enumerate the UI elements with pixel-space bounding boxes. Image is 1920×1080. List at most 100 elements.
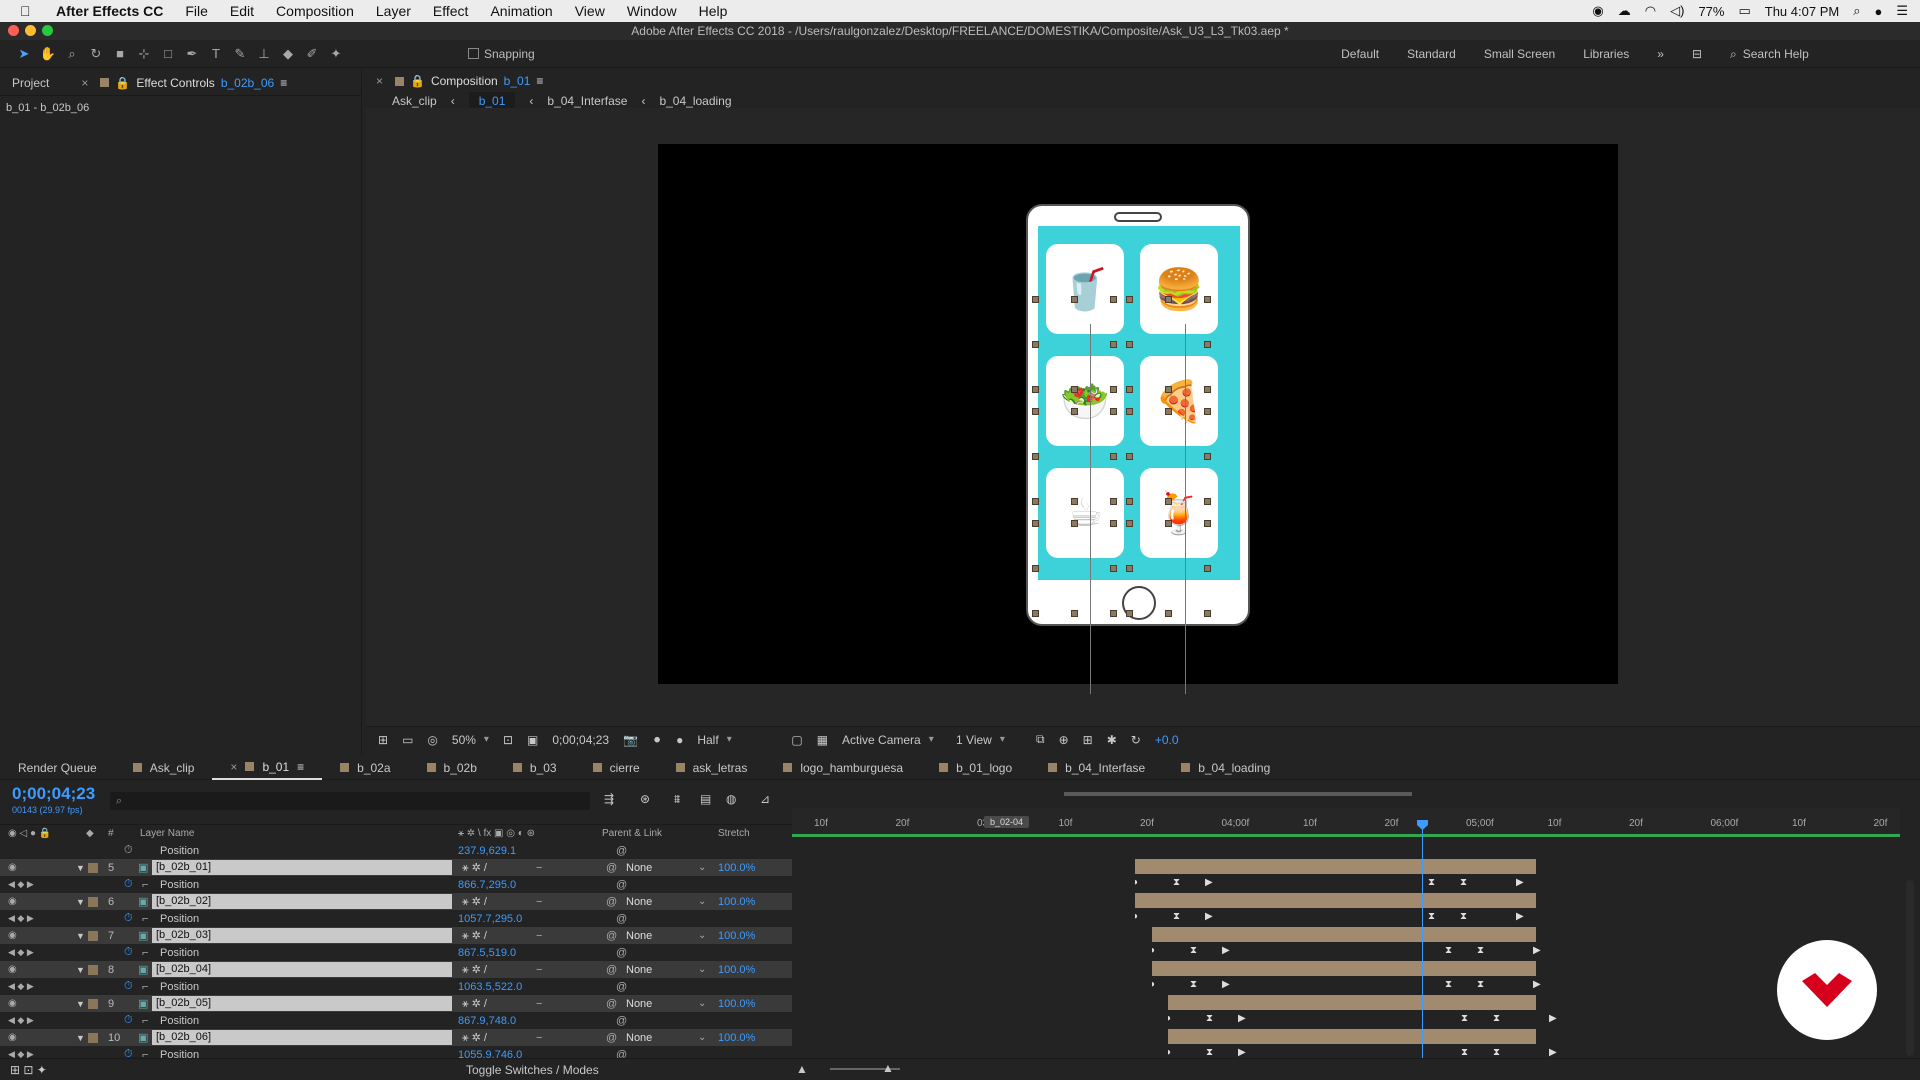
rotate-tool-icon[interactable]: ↻ bbox=[84, 43, 108, 65]
keyframe-icon[interactable]: ⧗ bbox=[1477, 946, 1484, 956]
zoom-window-button[interactable] bbox=[42, 25, 53, 36]
keyframe-icon[interactable]: ◗ bbox=[1133, 878, 1139, 888]
close-window-button[interactable] bbox=[8, 25, 19, 36]
transparency-grid-icon[interactable]: ▦ bbox=[817, 733, 828, 747]
transform-handle[interactable] bbox=[1165, 520, 1172, 527]
transform-handle[interactable] bbox=[1110, 610, 1117, 617]
camera-tool-icon[interactable]: ■ bbox=[108, 43, 132, 65]
keyframe-icon[interactable]: ⧗ bbox=[1173, 912, 1180, 922]
layer-row[interactable]: ◉ ▼ 6 ▣ [b_02b_02] ⚹ ✲ / − @ None ⌄ 100.0% bbox=[0, 893, 792, 910]
snapping-checkbox[interactable] bbox=[468, 48, 479, 59]
transform-handle[interactable] bbox=[1165, 498, 1172, 505]
zoom-out-icon[interactable]: ▲ bbox=[796, 1062, 808, 1076]
chevron-down-icon[interactable]: ⌄ bbox=[698, 862, 706, 873]
col-parent[interactable]: Parent & Link bbox=[602, 828, 662, 839]
keyframe-icon[interactable]: ⧗ bbox=[1206, 1048, 1213, 1058]
brush-tool-icon[interactable]: ✎ bbox=[228, 43, 252, 65]
snapping-toggle[interactable]: Snapping bbox=[468, 47, 535, 61]
close-tab-icon[interactable]: × bbox=[230, 760, 237, 774]
pizza-icon[interactable]: 🍕 bbox=[1140, 356, 1218, 446]
channel-icon[interactable]: ● bbox=[676, 733, 683, 747]
workspace-default[interactable]: Default bbox=[1341, 47, 1379, 61]
keyframe-icon[interactable]: ▶ bbox=[1549, 1014, 1557, 1024]
close-tab-icon[interactable]: × bbox=[81, 76, 88, 90]
label-color-swatch[interactable] bbox=[88, 896, 98, 907]
app-menu[interactable]: After Effects CC bbox=[56, 3, 163, 19]
transform-handle[interactable] bbox=[1204, 453, 1211, 460]
transform-handle[interactable] bbox=[1032, 498, 1039, 505]
layer-name[interactable]: [b_02b_01] bbox=[152, 860, 452, 875]
mask-icon[interactable]: ◎ bbox=[427, 733, 437, 747]
region-icon[interactable]: ▣ bbox=[527, 733, 538, 747]
transform-handle[interactable] bbox=[1126, 386, 1133, 393]
transform-handle[interactable] bbox=[1071, 408, 1078, 415]
transform-handle[interactable] bbox=[1204, 386, 1211, 393]
transform-handle[interactable] bbox=[1126, 498, 1133, 505]
transform-handle[interactable] bbox=[1110, 296, 1117, 303]
pickwhip-icon[interactable]: @ bbox=[606, 862, 617, 874]
parent-dropdown[interactable]: None bbox=[626, 929, 706, 943]
timeline-tab-ask-letras[interactable]: ask_letras bbox=[658, 756, 766, 780]
keyframe-icon[interactable]: ▶ bbox=[1205, 878, 1213, 888]
frame-blend-icon[interactable]: ▤ bbox=[700, 792, 711, 806]
stopwatch-icon[interactable]: ⏱ bbox=[124, 980, 133, 993]
keyframe-icon[interactable]: ⧗ bbox=[1477, 980, 1484, 990]
menu-edit[interactable]: Edit bbox=[230, 3, 254, 19]
pickwhip-icon[interactable]: @ bbox=[606, 998, 617, 1010]
mode-dash[interactable]: − bbox=[536, 964, 542, 976]
show-snapshot-icon[interactable]: ⚫ bbox=[652, 733, 662, 747]
layer-switch-icons[interactable]: ⚹ ✲ / bbox=[462, 861, 487, 875]
layer-switch-icons[interactable]: ⚹ ✲ / bbox=[462, 963, 487, 977]
keyframe-nav-icon[interactable]: ◀ ◆ ▶ bbox=[8, 879, 34, 890]
keyframe-icon[interactable]: ⧗ bbox=[1493, 1014, 1500, 1024]
timeline-search-input[interactable]: ⌕ bbox=[110, 792, 590, 810]
col-layer-name[interactable]: Layer Name bbox=[140, 828, 194, 839]
timeline-tab-b-04-loading[interactable]: b_04_loading bbox=[1163, 756, 1288, 780]
keyframe-icon[interactable]: ▶ bbox=[1238, 1014, 1246, 1024]
col-stretch[interactable]: Stretch bbox=[718, 828, 750, 839]
layer-row[interactable]: ◉ ▼ 10 ▣ [b_02b_06] ⚹ ✲ / − @ None ⌄ 100.0% bbox=[0, 1029, 792, 1046]
resolution-dropdown[interactable]: Half bbox=[697, 733, 777, 747]
label-color-swatch[interactable] bbox=[88, 1032, 98, 1043]
keyframe-icon[interactable]: ◗ bbox=[1166, 1048, 1172, 1058]
expression-pickwhip-icon[interactable]: @ bbox=[616, 981, 627, 993]
type-tool-icon[interactable]: T bbox=[204, 43, 228, 65]
transform-handle[interactable] bbox=[1126, 610, 1133, 617]
expression-pickwhip-icon[interactable]: @ bbox=[616, 879, 627, 891]
comp-mini-flowchart-icon[interactable]: ⇶ bbox=[604, 792, 614, 806]
timeline-tab-render-queue[interactable]: Render Queue bbox=[0, 756, 115, 780]
layer-switch-icons[interactable]: ⚹ ✲ / bbox=[462, 895, 487, 909]
transform-handle[interactable] bbox=[1110, 408, 1117, 415]
layer-name[interactable]: [b_02b_03] bbox=[152, 928, 452, 943]
lock-icon[interactable]: 🔒 bbox=[115, 76, 130, 90]
composition-viewer[interactable]: 🥤 🍔 🥗 🍕 ☕ 🍹 bbox=[366, 108, 1920, 726]
pickwhip-icon[interactable]: @ bbox=[606, 964, 617, 976]
layer-duration-bar[interactable] bbox=[1168, 995, 1536, 1010]
stretch-value[interactable]: 100.0% bbox=[718, 1032, 755, 1044]
stopwatch-icon[interactable]: ⏱ bbox=[124, 946, 133, 959]
keyframe-icon[interactable]: ⧗ bbox=[1428, 912, 1435, 922]
keyframe-icon[interactable]: ⧗ bbox=[1190, 980, 1197, 990]
timeline-tab-b-04-interfase[interactable]: b_04_Interfase bbox=[1030, 756, 1163, 780]
drink-icon[interactable]: 🥤 bbox=[1046, 244, 1124, 334]
tab-project[interactable]: Project bbox=[0, 70, 61, 96]
chevron-down-icon[interactable]: ⌄ bbox=[698, 998, 706, 1009]
stopwatch-icon[interactable]: ⏱ bbox=[124, 878, 133, 891]
transform-handle[interactable] bbox=[1071, 520, 1078, 527]
draft-3d-icon[interactable]: ⊛ bbox=[640, 792, 650, 806]
keyframe-icon[interactable]: ⧗ bbox=[1461, 1048, 1468, 1058]
keyframe-icon[interactable]: ▶ bbox=[1205, 912, 1213, 922]
transform-handle[interactable] bbox=[1032, 341, 1039, 348]
toggle-pixel-icon[interactable]: ⧉ bbox=[1036, 732, 1045, 747]
transform-handle[interactable] bbox=[1032, 565, 1039, 572]
transform-handle[interactable] bbox=[1071, 498, 1078, 505]
timeline-tab-logo-hamburguesa[interactable]: logo_hamburguesa bbox=[765, 756, 921, 780]
transform-handle[interactable] bbox=[1110, 453, 1117, 460]
hand-tool-icon[interactable]: ✋ bbox=[36, 43, 60, 65]
pen-tool-icon[interactable]: ✒ bbox=[180, 43, 204, 65]
layer-duration-bar[interactable] bbox=[1152, 927, 1536, 942]
position-value[interactable]: 237.9,629.1 bbox=[458, 845, 516, 857]
crumb-ask-clip[interactable]: Ask_clip bbox=[392, 94, 437, 108]
transform-handle[interactable] bbox=[1204, 565, 1211, 572]
siri-icon[interactable]: ● bbox=[1874, 4, 1882, 19]
